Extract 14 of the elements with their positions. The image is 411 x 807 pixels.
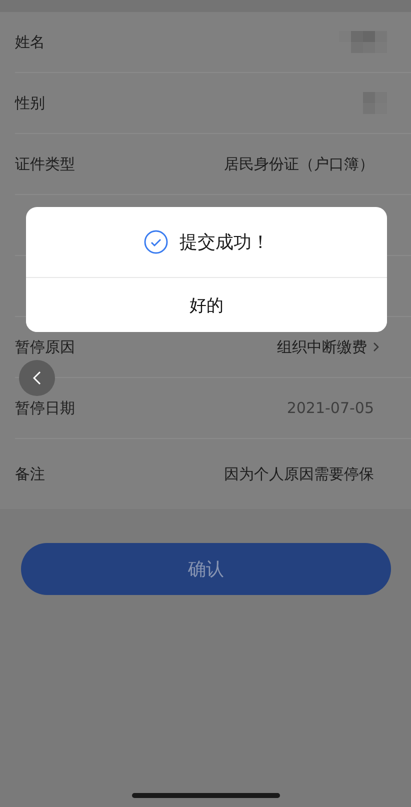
field-label: 备注 — [15, 464, 45, 484]
field-label: 性别 — [15, 94, 45, 112]
chevron-right-icon — [373, 342, 379, 352]
check-circle-icon — [144, 230, 168, 254]
field-value: 因为个人原因需要停保 — [224, 464, 374, 484]
field-label: 暂停日期 — [15, 398, 75, 418]
field-value: 居民身份证（户口簿） — [224, 154, 374, 174]
dialog-message: 提交成功！ — [180, 231, 270, 254]
field-select[interactable]: 组织中断缴费 — [277, 338, 379, 356]
field-label: 姓名 — [15, 32, 45, 52]
field-label: 暂停原因 — [15, 338, 75, 356]
chevron-left-icon — [33, 371, 41, 385]
field-label: 证件类型 — [15, 154, 75, 174]
field-value: 2021-07-05 — [286, 399, 374, 417]
